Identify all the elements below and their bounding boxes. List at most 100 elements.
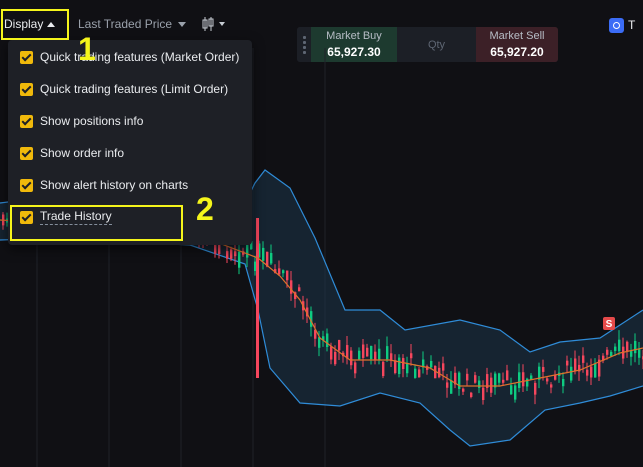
- candle-body: [618, 339, 621, 352]
- annotation-step-1: 1: [78, 31, 96, 67]
- candle-body: [506, 370, 509, 381]
- candle-body: [514, 385, 517, 400]
- menu-item-label: Show order info: [40, 146, 125, 160]
- candle-body: [582, 355, 585, 363]
- candle-body: [378, 348, 381, 361]
- menu-item-quick-trade-market[interactable]: Quick trading features (Market Order): [8, 41, 252, 73]
- candle-body: [626, 341, 629, 352]
- sell-marker[interactable]: S: [603, 317, 615, 330]
- candle-body: [214, 244, 217, 254]
- candlestick-icon: [202, 17, 225, 31]
- candle-body: [330, 346, 333, 360]
- highlight-box-trade-history: [10, 205, 183, 241]
- candle-body: [494, 373, 497, 388]
- candle-body: [386, 346, 389, 360]
- candle-body: [226, 251, 229, 259]
- candle-body: [570, 366, 573, 381]
- candle-body: [406, 362, 409, 374]
- candle-body: [430, 360, 433, 368]
- candle-body: [298, 287, 301, 292]
- candle-body: [606, 349, 609, 355]
- candle-body: [256, 218, 259, 378]
- checkbox-checked-icon[interactable]: [20, 82, 33, 96]
- candle-body: [510, 385, 513, 395]
- candle-body: [470, 392, 473, 397]
- candle-body: [366, 347, 369, 357]
- candle-body: [550, 384, 553, 388]
- sell-marker-label: S: [606, 319, 613, 330]
- candle-body: [410, 353, 413, 359]
- candle-body: [466, 373, 469, 381]
- market-buy-label: Market Buy: [326, 30, 382, 42]
- menu-item-show-positions[interactable]: Show positions info: [8, 105, 252, 137]
- candle-body: [518, 372, 521, 388]
- market-sell-label: Market Sell: [489, 30, 545, 42]
- candle-body: [398, 357, 401, 375]
- candle-body: [638, 349, 641, 358]
- tool-icon[interactable]: [609, 18, 624, 33]
- candle-body: [234, 251, 237, 257]
- candle-body: [358, 350, 361, 360]
- candle-body: [370, 345, 373, 360]
- candle-body: [554, 375, 557, 380]
- candle-body: [630, 351, 633, 357]
- candle-body: [354, 362, 357, 374]
- menu-item-show-orders[interactable]: Show order info: [8, 137, 252, 169]
- candle-body: [362, 344, 365, 358]
- candle-body: [290, 280, 293, 294]
- candle-body: [450, 380, 453, 394]
- candle-body: [498, 373, 501, 383]
- checkbox-checked-icon[interactable]: [20, 146, 33, 160]
- candle-body: [286, 270, 289, 281]
- chevron-down-icon: [178, 21, 187, 27]
- candle-body: [586, 369, 589, 376]
- candle-body: [326, 333, 329, 347]
- candle-body: [270, 252, 273, 264]
- candle-body: [394, 360, 397, 374]
- candle-body: [502, 379, 505, 383]
- candle-body: [474, 375, 477, 383]
- chart-type-button[interactable]: [202, 12, 228, 36]
- menu-item-label: Show alert history on charts: [40, 178, 189, 192]
- candle-body: [590, 366, 593, 378]
- candle-body: [442, 363, 445, 371]
- menu-item-label: Quick trading features (Limit Order): [40, 82, 229, 96]
- candle-body: [402, 358, 405, 369]
- candle-body: [462, 388, 465, 392]
- menu-item-label: Quick trading features (Market Order): [40, 50, 240, 64]
- candle-body: [522, 372, 525, 387]
- candle-body: [610, 351, 613, 357]
- checkbox-checked-icon[interactable]: [20, 178, 33, 192]
- candle-body: [238, 251, 241, 268]
- candle-body: [542, 367, 545, 372]
- price-type-label: Last Traded Price: [78, 17, 173, 31]
- candle-body: [246, 244, 249, 258]
- candle-body: [346, 345, 349, 359]
- menu-item-label: Show positions info: [40, 114, 144, 128]
- candle-body: [566, 360, 569, 366]
- candle-body: [374, 351, 377, 360]
- candle-body: [382, 361, 385, 377]
- checkbox-checked-icon[interactable]: [20, 114, 33, 128]
- candle-body: [490, 377, 493, 393]
- menu-item-quick-trade-limit[interactable]: Quick trading features (Limit Order): [8, 73, 252, 105]
- candle-body: [334, 351, 337, 365]
- candle-body: [446, 382, 449, 388]
- candle-body: [546, 378, 549, 382]
- candle-body: [350, 350, 353, 366]
- checkbox-checked-icon[interactable]: [20, 50, 33, 64]
- candle-body: [278, 268, 281, 275]
- candle-body: [318, 337, 321, 348]
- candle-body: [634, 340, 637, 354]
- highlight-box-display: [1, 9, 69, 40]
- toolbar-right-text[interactable]: T: [628, 18, 635, 32]
- candle-body: [262, 247, 265, 261]
- candle-body: [338, 340, 341, 351]
- annotation-step-2: 2: [196, 191, 214, 227]
- candle-body: [614, 346, 617, 351]
- menu-item-alert-history[interactable]: Show alert history on charts: [8, 169, 252, 201]
- candle-body: [594, 364, 597, 378]
- candle-body: [482, 387, 485, 401]
- candle-body: [282, 270, 285, 274]
- candle-body: [418, 369, 421, 378]
